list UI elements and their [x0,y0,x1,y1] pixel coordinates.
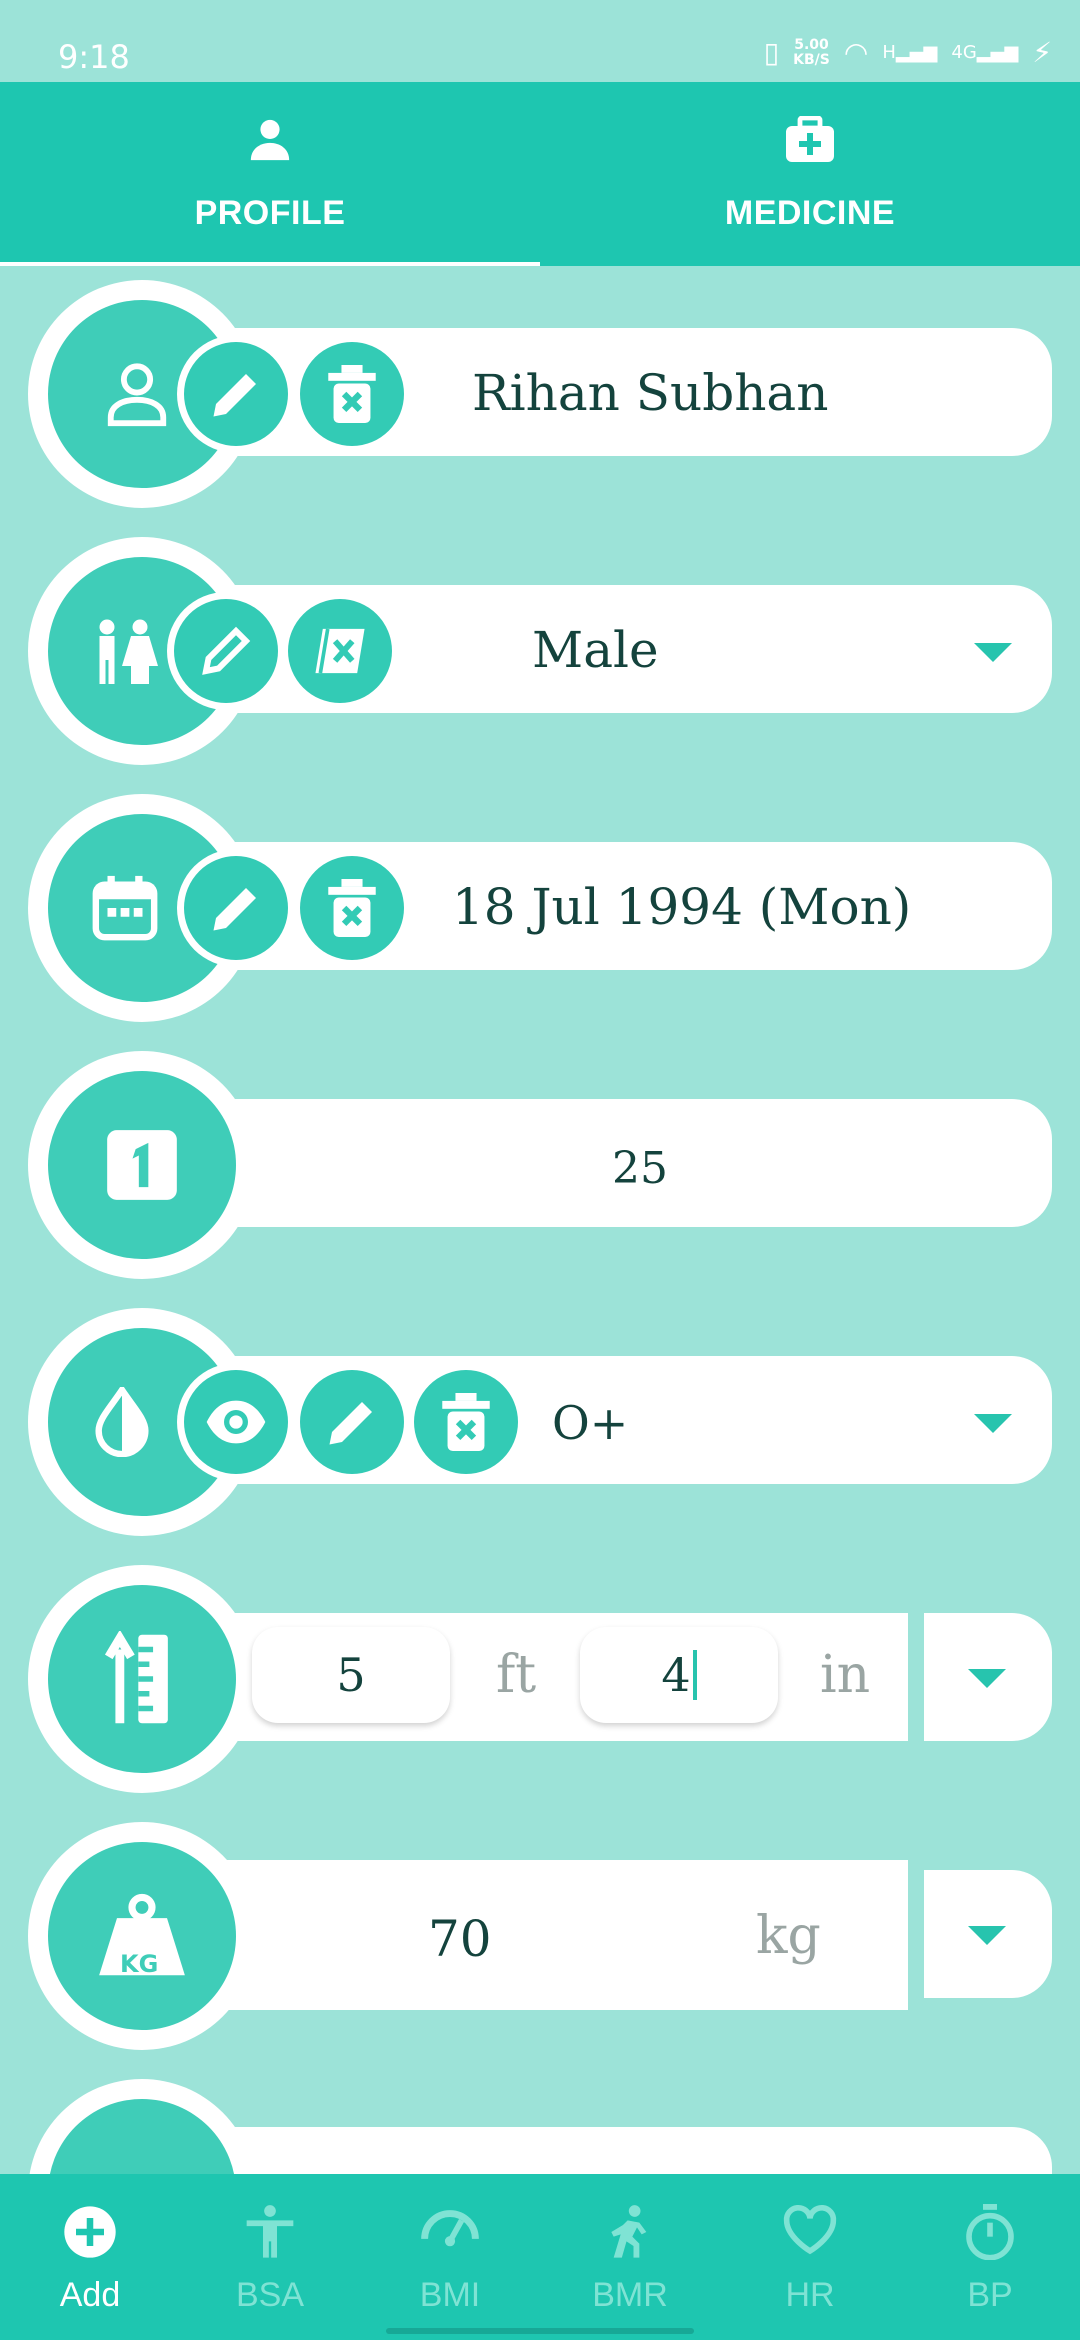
height-dropdown-arrow[interactable] [968,1669,1006,1688]
weight-icon-label: KG [120,1950,159,1978]
edit-name-button[interactable] [184,342,288,446]
gender-value: Male [532,621,659,679]
nav-bmi[interactable]: BMI [360,2174,540,2340]
calendar-icon [92,875,158,941]
dob-value: 18 Jul 1994 (Mon) [452,878,912,936]
gender-row: Male [0,537,1080,777]
clear-gender-button[interactable] [288,599,392,703]
nav-hr-label: HR [785,2276,835,2314]
delete-dob-button[interactable] [300,856,404,960]
running-icon [602,2204,658,2265]
stopwatch-icon [962,2204,1018,2265]
user-outline-icon [107,363,167,427]
age-field [160,1099,1052,1227]
delete-name-button[interactable] [300,342,404,446]
bottom-nav: Add BSA BMI BMR HR BP [0,2174,1080,2340]
name-row: Rihan Subhan [0,280,1080,520]
eye-icon [206,1400,266,1444]
pencil-icon [329,1402,372,1445]
height-inches-value: 4 [661,1648,691,1702]
view-blood-button[interactable] [184,1370,288,1474]
trash-icon [442,1393,490,1451]
blood-row: O+ [0,1308,1080,1548]
heart-icon [782,2204,838,2261]
weight-unit: kg [756,1906,821,1966]
blood-value: O+ [552,1396,629,1450]
weight-circle: KG [48,1842,236,2030]
tab-medicine-label: MEDICINE [724,194,896,232]
age-value: 25 [612,1143,668,1194]
delete-blood-button[interactable] [414,1370,518,1474]
weight-value: 70 [428,1910,492,1968]
status-icons: ▯ 5.00 KB/S ◠ H▂▄▆ 4G▂▄▆ ⚡ [764,36,1052,69]
edit-dob-button[interactable] [184,856,288,960]
nav-bp[interactable]: BP [900,2174,1080,2340]
nav-bsa-label: BSA [235,2276,305,2314]
age-row: 25 [0,1051,1080,1291]
pencil-icon [213,888,256,931]
net-h: H [882,42,896,63]
status-bar: 9:18 ▯ 5.00 KB/S ◠ H▂▄▆ 4G▂▄▆ ⚡ [0,0,1080,82]
person-icon [247,116,293,167]
nav-hr[interactable]: HR [720,2174,900,2340]
pencil-icon [213,374,256,417]
add-circle-icon [62,2204,118,2265]
gender-dropdown-arrow[interactable] [974,643,1012,662]
nav-add-label: Add [59,2276,121,2314]
eraser-icon [315,628,365,674]
height-inches-unit: in [820,1645,871,1705]
vibrate-icon: ▯ [763,36,780,69]
weight-dropdown-arrow[interactable] [968,1926,1006,1945]
gender-icon [99,619,158,684]
tab-profile-label: PROFILE [194,194,346,232]
top-tabs: PROFILE MEDICINE [0,82,1080,266]
height-inches-input[interactable]: 4 [580,1627,778,1723]
gauge-icon [420,2204,480,2265]
wifi-icon: ◠ [843,36,869,69]
weight-row: KG 70 kg [0,1822,1080,2062]
briefcase-medical-icon [783,115,837,169]
nav-bmr-label: BMR [592,2276,668,2314]
pencil-outline-icon [202,626,251,675]
edit-blood-button[interactable] [300,1370,404,1474]
blood-drop-icon [95,1387,149,1457]
nav-bp-label: BP [967,2276,1013,2314]
name-value: Rihan Subhan [472,364,829,422]
network-speed: 5.00 KB/S [793,36,830,68]
number-one-box-icon [107,1130,177,1200]
signal-icon: H▂▄▆ [882,42,938,63]
nav-bsa[interactable]: BSA [180,2174,360,2340]
height-feet-unit: ft [496,1645,537,1705]
height-feet-input[interactable]: 5 [252,1627,450,1723]
home-indicator [386,2328,694,2334]
dob-row: 18 Jul 1994 (Mon) [0,794,1080,1034]
tab-medicine[interactable]: MEDICINE [540,82,1080,266]
text-cursor [692,1650,697,1700]
signal-4g-icon: 4G▂▄▆ [951,42,1019,63]
tab-profile[interactable]: PROFILE [0,82,540,266]
nav-bmi-label: BMI [419,2276,481,2314]
height-circle [48,1585,236,1773]
speed-value: 5.00 [794,36,829,53]
status-time: 9:18 [58,38,130,76]
trash-icon [328,879,376,937]
nav-add[interactable]: Add [0,2174,180,2340]
battery-charging-icon: ⚡ [1032,36,1052,69]
trash-icon [328,365,376,423]
ruler-height-icon [104,1631,168,1724]
speed-unit: KB/S [793,51,830,68]
edit-gender-button[interactable] [174,599,278,703]
net-4g: 4G [951,42,977,63]
height-row: 5 ft 4 in [0,1565,1080,1805]
age-circle [48,1071,236,1259]
body-icon [242,2204,298,2265]
blood-dropdown-arrow[interactable] [974,1414,1012,1433]
nav-bmr[interactable]: BMR [540,2174,720,2340]
